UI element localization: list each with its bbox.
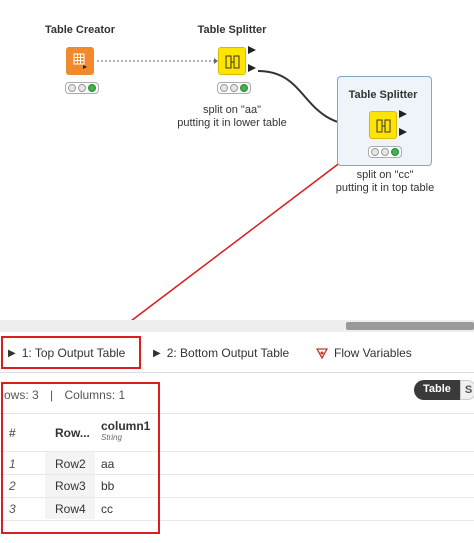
tab-bottom-output-table[interactable]: ▶ 2: Bottom Output Table — [153, 346, 289, 360]
status-dot — [230, 84, 238, 92]
tab-label: Flow Variables — [334, 346, 412, 360]
table-splitter-2-node[interactable] — [369, 111, 397, 139]
table-splitter-1-title: Table Splitter — [197, 24, 267, 36]
top-output-tab-highlight — [1, 336, 141, 369]
table-splitter-2-title: Table Splitter — [348, 89, 418, 101]
table-creator-title: Table Creator — [44, 24, 116, 36]
tab-label: 2: Bottom Output Table — [166, 346, 290, 360]
annotation-line: putting it in top table — [335, 182, 435, 194]
table-splitter-2-status — [368, 146, 402, 158]
splitter-icon — [225, 55, 240, 69]
view-toggle[interactable]: Table S — [414, 380, 474, 400]
play-icon: ▶ — [153, 347, 161, 359]
splitter-icon — [376, 119, 391, 133]
annotation-line: split on "cc" — [356, 169, 414, 181]
table-view-button[interactable]: Table — [414, 380, 460, 400]
status-dot — [220, 84, 228, 92]
table-splitter-1-node[interactable] — [218, 47, 246, 75]
status-dot-executed — [240, 84, 248, 92]
flow-variables-icon — [316, 348, 328, 359]
statistics-view-button[interactable]: S — [459, 380, 474, 400]
status-dot — [78, 84, 86, 92]
splitter-1-annotation: split on "aa" putting it in lower table — [172, 104, 292, 130]
status-dot-executed — [88, 84, 96, 92]
table-creator-node[interactable] — [66, 47, 94, 75]
status-dot — [371, 148, 379, 156]
annotation-line: split on "aa" — [203, 104, 261, 116]
table-splitter-1-status — [217, 82, 251, 94]
annotation-line: putting it in lower table — [177, 117, 287, 129]
table-highlight — [1, 382, 160, 534]
canvas-horizontal-scrollbar[interactable] — [0, 320, 474, 332]
table-grid-icon — [73, 53, 87, 69]
status-dot — [68, 84, 76, 92]
status-dot — [381, 148, 389, 156]
splitter-2-annotation: split on "cc" putting it in top table — [323, 169, 447, 195]
status-dot-executed — [391, 148, 399, 156]
scrollbar-thumb[interactable] — [346, 322, 474, 330]
tab-flow-variables[interactable]: Flow Variables — [316, 346, 412, 360]
splitter-2-output-ports[interactable] — [397, 108, 411, 140]
splitter-1-output-ports[interactable] — [246, 44, 260, 76]
table-creator-status — [65, 82, 99, 94]
